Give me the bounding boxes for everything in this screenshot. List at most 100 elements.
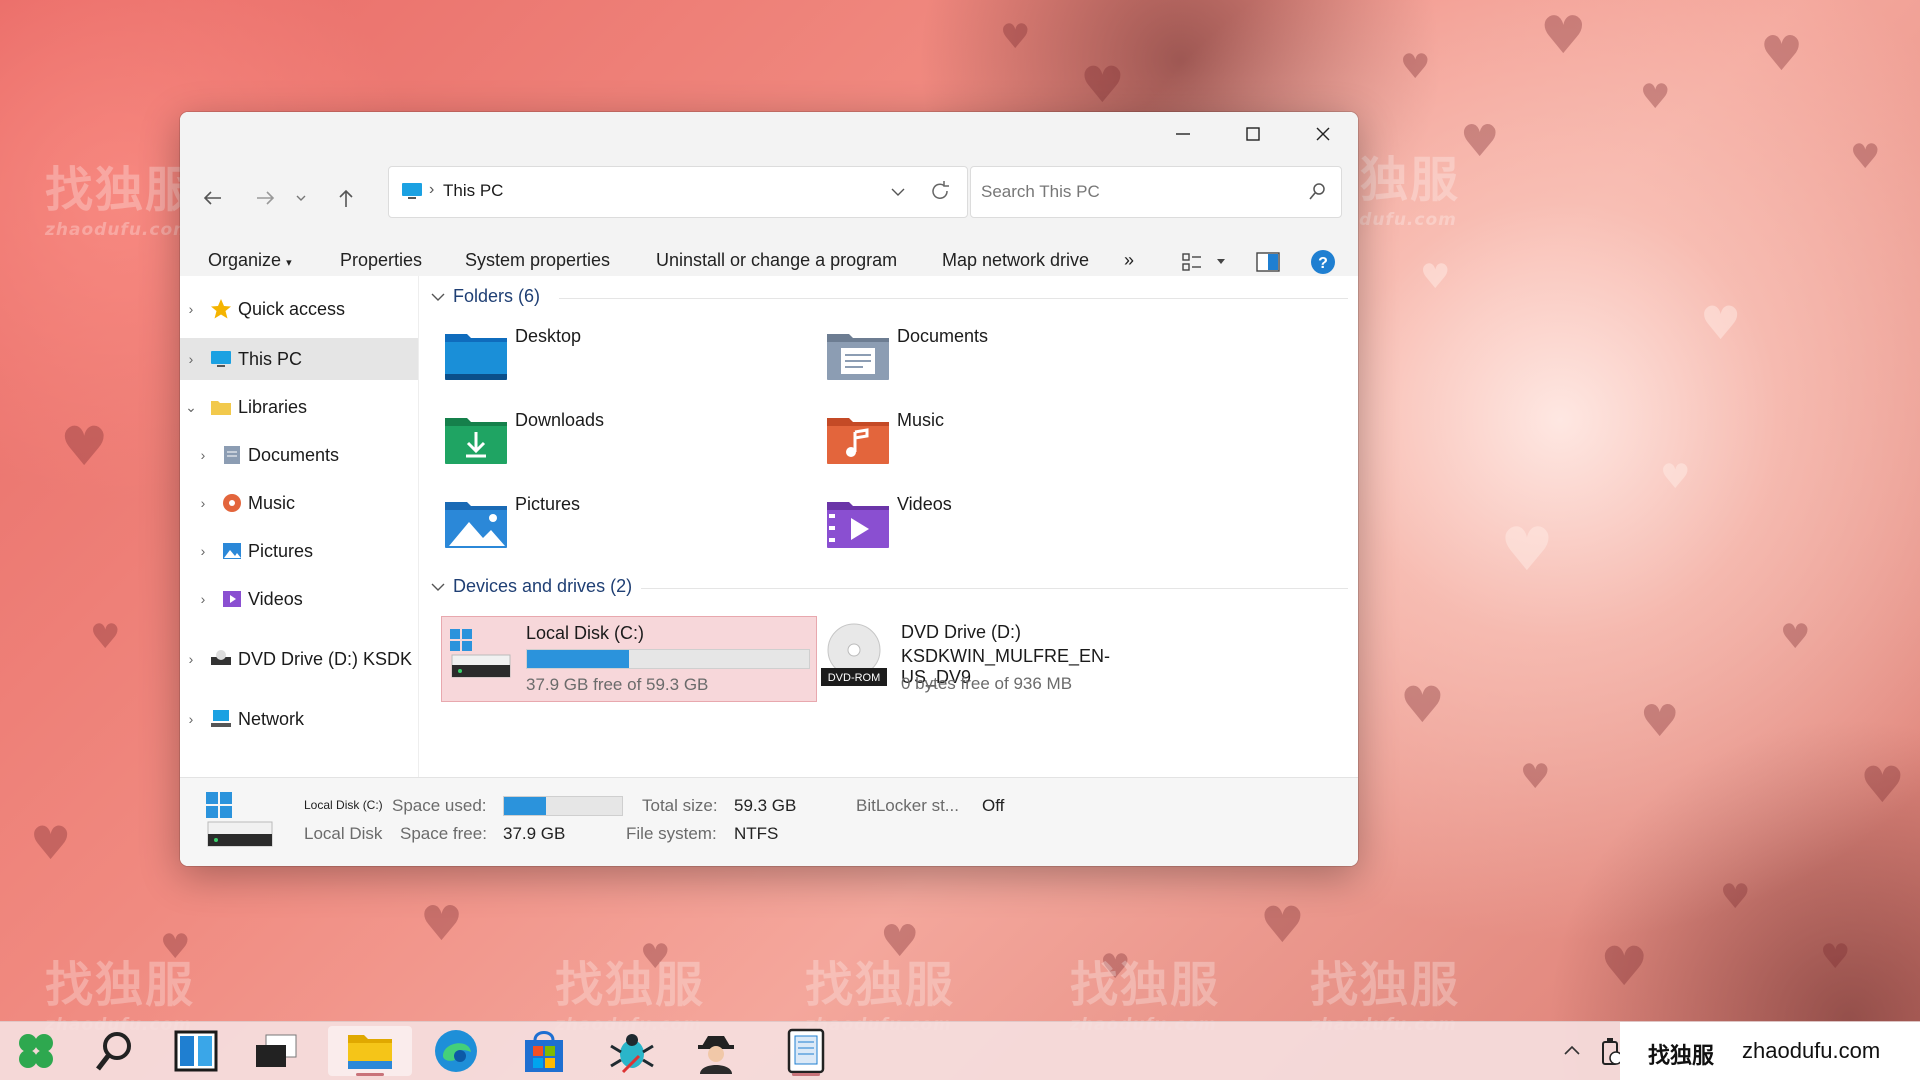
sidebar-item-documents[interactable]: › Documents [180,434,430,476]
drive-name: DVD Drive (D:) [901,622,1021,642]
sidebar-item-pictures[interactable]: › Pictures [180,530,430,572]
maximize-button[interactable] [1218,112,1288,156]
more-options-button[interactable]: » [1124,250,1134,271]
chevron-right-icon[interactable]: › [180,711,202,727]
search-button[interactable] [78,1026,150,1076]
search-box[interactable]: Search This PC [970,166,1342,218]
sidebar-item-quick-access[interactable]: › Quick access [180,288,418,330]
sidebar-item-label: Music [248,492,296,513]
drive-local-disk-c[interactable]: Local Disk (C:) 37.9 GB free of 59.3 GB [441,616,817,702]
space-used-fill [504,797,547,815]
file-explorer-window: › This PC Search This PC Organize ▾ Prop… [180,112,1358,866]
chevron-down-icon[interactable]: ⌄ [180,399,202,416]
up-button[interactable] [324,176,368,220]
chevron-down-icon[interactable] [1216,258,1226,266]
sidebar-item-libraries[interactable]: ⌄ Libraries [180,386,418,428]
help-icon[interactable]: ? [1310,249,1336,275]
pictures-icon [223,543,241,559]
details-subtitle: Local Disk [304,824,383,843]
total-size-value: 59.3 GB [734,796,797,815]
folder-videos[interactable]: Videos [817,486,1127,562]
folders-group-header[interactable]: Folders (6) [431,286,540,307]
up-arrow-icon [339,189,353,207]
refresh-icon[interactable] [929,180,951,202]
chevron-right-icon[interactable]: › [180,351,202,367]
forward-button[interactable] [244,176,288,220]
music-folder-icon [827,418,889,464]
breadcrumb-this-pc[interactable]: This PC [443,181,503,201]
drive-usage-fill [527,650,629,668]
hard-drive-icon [450,629,511,678]
tray-brand-cn: 找独服 [1648,1044,1715,1069]
pictures-folder-icon [445,502,507,548]
chevron-down-icon[interactable] [891,187,905,197]
preview-pane-icon[interactable] [1256,252,1280,272]
agent-app-button[interactable] [680,1026,752,1076]
recent-locations-button[interactable] [288,176,314,220]
drive-dvd-d[interactable]: DVD-ROM DVD Drive (D:) KSDKWIN_MULFRE_EN… [817,616,1177,700]
properties-button[interactable]: Properties [340,250,422,271]
folder-name: Videos [897,494,952,514]
close-button[interactable] [1288,112,1358,156]
sidebar-item-network[interactable]: › Network [180,698,418,740]
sidebar-item-dvd-drive[interactable]: › DVD Drive (D:) KSDK [180,638,418,680]
videos-folder-icon [827,502,889,548]
edge-button[interactable] [420,1026,492,1076]
group-label: Folders (6) [453,286,541,306]
task-view-icon [256,1034,297,1067]
organize-button[interactable]: Organize ▾ [208,250,292,271]
task-view-button[interactable] [240,1026,312,1076]
sidebar-item-label: DVD Drive (D:) KSDK [238,648,413,669]
chevron-up-icon[interactable] [1563,1044,1581,1056]
chevron-right-icon[interactable]: › [192,447,214,463]
bug-app-button[interactable] [596,1026,668,1076]
space-used-label: Space used: [392,796,487,815]
sidebar-item-music[interactable]: › Music [180,482,430,524]
hard-drive-icon [206,792,273,847]
folder-pictures[interactable]: Pictures [435,486,745,562]
navigation-pane: › Quick access › This PC ⌄ Libraries › D… [180,276,419,778]
widgets-button[interactable] [160,1026,232,1076]
folder-music[interactable]: Music [817,402,1127,478]
back-button[interactable] [190,176,234,220]
dvd-disc-icon: DVD-ROM [821,623,887,686]
system-properties-button[interactable]: System properties [465,250,610,271]
chevron-right-icon[interactable]: › [180,301,202,317]
chevron-right-icon[interactable]: › [192,543,214,559]
address-bar[interactable]: › This PC [388,166,968,218]
folder-desktop[interactable]: Desktop [435,318,745,394]
downloads-folder-icon [445,418,507,464]
reader-app-button[interactable] [770,1026,842,1076]
search-icon [1309,183,1325,200]
chevron-right-icon[interactable]: › [192,591,214,607]
edge-icon [435,1030,477,1072]
bitlocker-label: BitLocker st... [856,796,959,815]
folder-downloads[interactable]: Downloads [435,402,745,478]
start-button[interactable] [0,1026,72,1076]
running-indicator [792,1073,820,1076]
folder-documents[interactable]: Documents [817,318,1127,394]
sidebar-item-this-pc[interactable]: › This PC [180,338,418,380]
search-input[interactable]: Search This PC [981,182,1100,202]
chevron-right-icon[interactable]: › [192,495,214,511]
taskbar: 找独服 zhaodufu.com [0,1021,1920,1080]
sidebar-item-label: Pictures [248,540,314,561]
documents-folder-icon [827,334,889,380]
uninstall-program-button[interactable]: Uninstall or change a program [656,250,897,271]
folder-name: Desktop [515,326,582,346]
file-explorer-taskbar-button[interactable] [328,1026,412,1076]
chevron-down-icon [296,195,306,201]
organize-label: Organize [208,250,282,270]
drives-group-header[interactable]: Devices and drives (2) [431,576,632,597]
start-icon [19,1034,53,1068]
minimize-button[interactable] [1148,112,1218,156]
store-button[interactable] [508,1026,580,1076]
view-options-icon[interactable] [1182,252,1202,272]
sidebar-item-videos[interactable]: › Videos [180,578,430,620]
file-system-label: File system: [626,824,717,843]
map-network-drive-button[interactable]: Map network drive [942,250,1089,271]
space-used-bar [503,796,623,816]
monitor-icon [211,351,231,367]
search-icon [96,1032,131,1071]
chevron-right-icon[interactable]: › [180,651,202,667]
